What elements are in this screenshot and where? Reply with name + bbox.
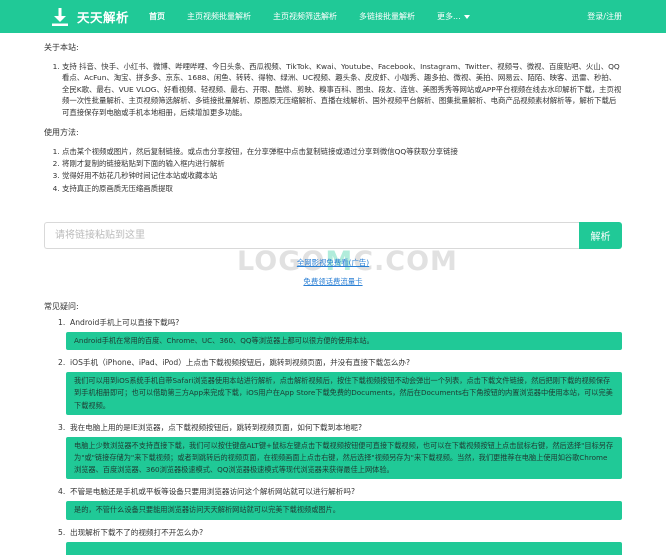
usage-item: 点击某个视频或图片，然后复制链接。或点击分享按钮，在分享弹框中点击复制链接或通过… bbox=[62, 146, 622, 158]
faq-question: 4. 不管是电脑还是手机或平板等设备只要用浏览器访问这个解析网站就可以进行解析吗? bbox=[58, 487, 355, 497]
faq-question-text: iOS手机（iPhone、iPad、iPod）上点击下载视频按钮后，跳转到视频页… bbox=[70, 358, 411, 368]
faq-question: 1. Android手机上可以直接下载吗? bbox=[58, 318, 180, 327]
usage-item: 支持真正的原画质无压缩画质提取 bbox=[62, 183, 622, 195]
parse-button[interactable]: 解析 bbox=[579, 222, 622, 249]
traffic-card-link-row: 免费领话费流量卡 bbox=[0, 276, 666, 287]
intro-section: 关于本站: 支持 抖音、快手、小红书、微博、哔哩哔哩、今日头条、西瓜视频、Tik… bbox=[44, 42, 622, 195]
top-navbar: 天天解析 首页 主页视频批量解析 主页视频筛选解析 多链接批量解析 更多... … bbox=[0, 0, 666, 33]
usage-item: 将刚才复制的链接粘贴到下面的输入框内进行解析 bbox=[62, 158, 622, 170]
faq-answer: Android手机在常用的百度、Chrome、UC、360、QQ等浏览器上都可以… bbox=[66, 332, 622, 351]
nav-homepage-filter[interactable]: 主页视频筛选解析 bbox=[273, 11, 337, 22]
download-icon bbox=[52, 7, 68, 26]
usage-title: 使用方法: bbox=[44, 128, 79, 138]
faq-item: 3. 我在电脑上用的是IE浏览器，点下载视频按钮后，跳转到视频页面，如何下载到本地… bbox=[58, 422, 622, 480]
faq-question: 3. 我在电脑上用的是IE浏览器，点下载视频按钮后，跳转到视频页面，如何下载到本地… bbox=[58, 422, 363, 432]
about-item: 支持 抖音、快手、小红书、微博、哔哩哔哩、今日头条、西瓜视频、TikTok、Kw… bbox=[62, 61, 622, 118]
video-ad-link-row: 全网影视免费看(广告) bbox=[0, 257, 666, 268]
faq-item: 5. 出现解析下载不了的视频打不开怎么办? bbox=[58, 527, 622, 555]
faq-answer: 是的，不管什么设备只要能用浏览器访问天天解析网站就可以完美下载视频或图片。 bbox=[66, 501, 622, 520]
faq-question: 5. 出现解析下载不了的视频打不开怎么办? bbox=[58, 527, 204, 537]
free-video-link[interactable]: 全网影视免费看(广告) bbox=[297, 258, 369, 267]
faq-item: 2. iOS手机（iPhone、iPad、iPod）上点击下载视频按钮后，跳转到视… bbox=[58, 357, 622, 415]
nav-more-dropdown[interactable]: 更多... bbox=[437, 11, 470, 22]
about-list: 支持 抖音、快手、小红书、微博、哔哩哔哩、今日头条、西瓜视频、TikTok、Kw… bbox=[44, 61, 622, 118]
nav-home[interactable]: 首页 bbox=[149, 11, 165, 22]
chevron-down-icon bbox=[463, 14, 470, 19]
faq-item: 1. Android手机上可以直接下载吗? Android手机在常用的百度、Chr… bbox=[58, 317, 622, 351]
brand[interactable]: 天天解析 bbox=[52, 7, 129, 26]
faq-question-text: 不管是电脑还是手机或平板等设备只要用浏览器访问这个解析网站就可以进行解析吗? bbox=[70, 487, 355, 497]
parse-form: 解析 bbox=[44, 222, 622, 249]
faq-question-text: 我在电脑上用的是IE浏览器，点下载视频按钮后，跳转到视频页面，如何下载到本地呢? bbox=[70, 422, 363, 432]
nav-multi-link-batch[interactable]: 多链接批量解析 bbox=[359, 11, 415, 22]
faq-item: 4. 不管是电脑还是手机或平板等设备只要用浏览器访问这个解析网站就可以进行解析吗?… bbox=[58, 486, 622, 520]
faq-answer bbox=[66, 541, 622, 555]
faq-list: 1. Android手机上可以直接下载吗? Android手机在常用的百度、Chr… bbox=[58, 317, 622, 555]
free-traffic-card-link[interactable]: 免费领话费流量卡 bbox=[303, 277, 362, 286]
about-title: 关于本站: bbox=[44, 43, 79, 52]
faq-question-text: Android手机上可以直接下载吗? bbox=[70, 318, 180, 327]
nav-more-label: 更多... bbox=[437, 12, 461, 21]
link-input[interactable] bbox=[44, 222, 579, 249]
nav-homepage-batch[interactable]: 主页视频批量解析 bbox=[187, 11, 251, 22]
brand-name: 天天解析 bbox=[77, 10, 130, 25]
nav-links: 首页 主页视频批量解析 主页视频筛选解析 多链接批量解析 更多... bbox=[149, 11, 492, 22]
login-register-link[interactable]: 登录/注册 bbox=[587, 11, 622, 22]
faq-answer: 电脑上少数浏览器不支持直接下载，我们可以按住键盘ALT键+鼠标左键点击下载视频按… bbox=[66, 436, 622, 480]
faq-answer: 我们可以用到iOS系统手机自带Safari浏览器使用本站进行解析，点击解析视频后… bbox=[66, 372, 622, 415]
faq-title: 常见疑问: bbox=[44, 302, 79, 311]
usage-list: 点击某个视频或图片，然后复制链接。或点击分享按钮，在分享弹框中点击复制链接或通过… bbox=[44, 146, 622, 195]
usage-item: 觉得好用不妨花几秒钟时间记住本站或收藏本站 bbox=[62, 170, 622, 182]
faq-question: 2. iOS手机（iPhone、iPad、iPod）上点击下载视频按钮后，跳转到视… bbox=[58, 358, 411, 368]
faq-question-text: 出现解析下载不了的视频打不开怎么办? bbox=[70, 527, 204, 537]
